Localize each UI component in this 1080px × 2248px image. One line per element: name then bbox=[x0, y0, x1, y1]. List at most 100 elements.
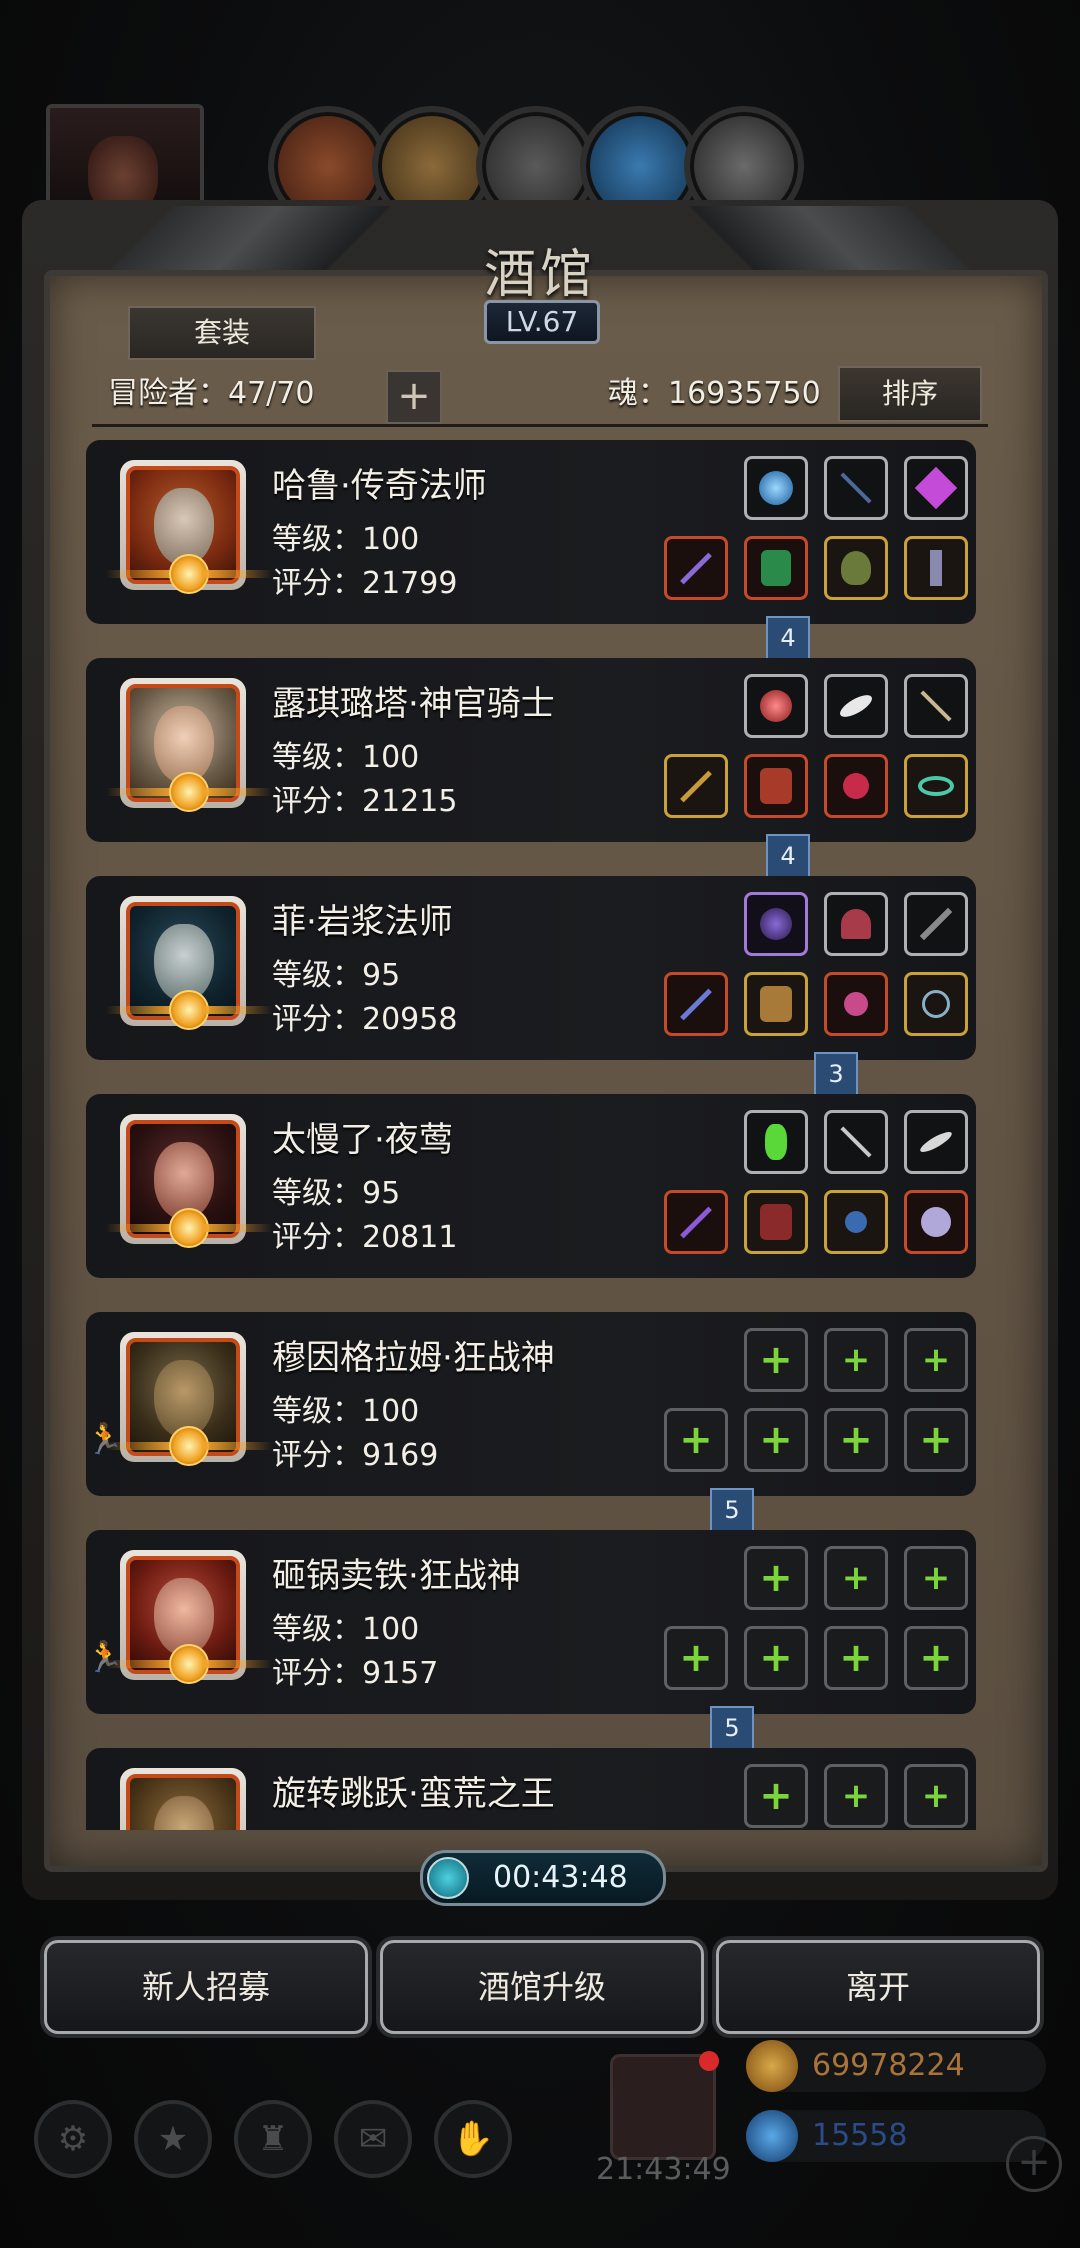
shield-icon[interactable] bbox=[824, 536, 888, 600]
sword-icon[interactable] bbox=[904, 674, 968, 738]
empty-slot-plus-icon[interactable]: + bbox=[824, 1546, 888, 1610]
green-armor-icon[interactable] bbox=[744, 536, 808, 600]
pendant-icon[interactable] bbox=[824, 972, 888, 1036]
recruit-button[interactable]: 新人招募 bbox=[44, 1940, 368, 2034]
hero-name: 太慢了·夜莺 bbox=[272, 1120, 453, 1160]
dagger-icon[interactable] bbox=[904, 892, 968, 956]
soul-count: 魂：16935750 bbox=[608, 376, 821, 411]
green-potion-icon[interactable] bbox=[744, 1110, 808, 1174]
spear-icon[interactable] bbox=[664, 1190, 728, 1254]
star-medal-icon bbox=[106, 990, 272, 1030]
tavern-level-badge: LV.67 bbox=[484, 300, 600, 344]
bow-icon[interactable] bbox=[824, 456, 888, 520]
hero-score: 评分：9157 bbox=[272, 1656, 439, 1691]
hero-name: 旋转跳跃·蛮荒之王 bbox=[272, 1774, 555, 1814]
pentagram-icon[interactable] bbox=[904, 972, 968, 1036]
empty-slot-plus-icon[interactable]: + bbox=[904, 1626, 968, 1690]
hero-card[interactable]: 哈鲁·传奇法师 等级：100 评分：21799 bbox=[86, 440, 976, 624]
hero-level: 等级：100 bbox=[272, 740, 420, 775]
staff-icon[interactable] bbox=[664, 536, 728, 600]
hat-icon[interactable] bbox=[824, 892, 888, 956]
charm-icon[interactable] bbox=[824, 1190, 888, 1254]
hero-card[interactable]: 旋转跳跃·蛮荒之王 + + + bbox=[86, 1748, 976, 1830]
gem-amount: 15558 bbox=[812, 2118, 908, 2153]
divider bbox=[92, 424, 988, 427]
empty-slot-plus-icon[interactable]: + bbox=[744, 1764, 808, 1828]
info-row: 冒险者：47/70 + 魂：16935750 排序 bbox=[108, 366, 988, 424]
gem-display: 15558 bbox=[746, 2110, 1046, 2162]
footer-bar: ⚙ ★ ♜ ✉ ✋ 21:43:49 69978224 15558 + bbox=[0, 2040, 1080, 2248]
hero-card[interactable]: 菲·岩浆法师 等级：95 评分：20958 bbox=[86, 876, 976, 1060]
feather-icon[interactable] bbox=[824, 674, 888, 738]
hero-card[interactable]: 太慢了·夜莺 等级：95 评分：20811 bbox=[86, 1094, 976, 1278]
blade-icon[interactable] bbox=[824, 1110, 888, 1174]
empty-slot-plus-icon[interactable]: + bbox=[744, 1408, 808, 1472]
hero-level: 等级：100 bbox=[272, 1612, 420, 1647]
gold-display: 69978224 bbox=[746, 2040, 1046, 2092]
hero-score: 评分：20811 bbox=[272, 1220, 458, 1255]
leather-armor-icon[interactable] bbox=[744, 1190, 808, 1254]
hero-card[interactable]: 🏃 穆因格拉姆·狂战神 等级：100 评分：9169 + + + + + + + bbox=[86, 1312, 976, 1496]
hero-level: 等级：95 bbox=[272, 1176, 401, 1211]
hero-level: 等级：95 bbox=[272, 958, 401, 993]
tower-icon[interactable]: ♜ bbox=[234, 2100, 312, 2178]
dark-orb-icon[interactable] bbox=[744, 892, 808, 956]
empty-slot-plus-icon[interactable]: + bbox=[744, 1626, 808, 1690]
orb-icon[interactable] bbox=[744, 456, 808, 520]
empty-slot-plus-icon[interactable]: + bbox=[664, 1408, 728, 1472]
empty-slot-plus-icon[interactable]: + bbox=[904, 1408, 968, 1472]
red-armor-icon[interactable] bbox=[744, 754, 808, 818]
empty-slot-plus-icon[interactable]: + bbox=[904, 1546, 968, 1610]
settings-icon[interactable]: ⚙ bbox=[34, 2100, 112, 2178]
gold-armor-icon[interactable] bbox=[744, 972, 808, 1036]
empty-slot-plus-icon[interactable]: + bbox=[904, 1328, 968, 1392]
empty-slot-plus-icon[interactable]: + bbox=[824, 1626, 888, 1690]
set-button[interactable]: 套装 bbox=[128, 306, 316, 360]
skull-icon[interactable] bbox=[904, 1190, 968, 1254]
hero-score: 评分：20958 bbox=[272, 1002, 458, 1037]
star-icon[interactable]: ★ bbox=[134, 2100, 212, 2178]
knife-icon[interactable] bbox=[904, 1110, 968, 1174]
empty-slot-plus-icon[interactable]: + bbox=[824, 1764, 888, 1828]
notification-dot bbox=[699, 2051, 719, 2071]
hero-name: 穆因格拉姆·狂战神 bbox=[272, 1338, 555, 1378]
page-title: 酒馆 bbox=[483, 245, 596, 305]
gold-coin-icon bbox=[746, 2040, 798, 2092]
hero-card[interactable]: 露琪璐塔·神官骑士 等级：100 评分：21215 bbox=[86, 658, 976, 842]
red-orb-icon[interactable] bbox=[744, 674, 808, 738]
star-medal-icon bbox=[106, 554, 272, 594]
scythe-icon[interactable] bbox=[664, 972, 728, 1036]
mace-icon[interactable] bbox=[664, 754, 728, 818]
empty-slot-plus-icon[interactable]: + bbox=[824, 1328, 888, 1392]
handshake-icon[interactable]: ✋ bbox=[434, 2100, 512, 2178]
hero-score: 评分：21215 bbox=[272, 784, 458, 819]
hero-name: 菲·岩浆法师 bbox=[272, 902, 453, 942]
add-currency-plus-icon[interactable]: + bbox=[1006, 2136, 1062, 2192]
empty-slot-plus-icon[interactable]: + bbox=[824, 1408, 888, 1472]
hero-avatar bbox=[120, 1768, 246, 1830]
empty-slot-plus-icon[interactable]: + bbox=[744, 1546, 808, 1610]
leave-button[interactable]: 离开 bbox=[716, 1940, 1040, 2034]
sort-button[interactable]: 排序 bbox=[838, 366, 982, 422]
star-medal-icon bbox=[106, 1644, 272, 1684]
star-medal-icon bbox=[106, 1208, 272, 1248]
amulet-icon[interactable] bbox=[904, 536, 968, 600]
hero-score: 评分：9169 bbox=[272, 1438, 439, 1473]
hero-card[interactable]: 🏃 砸锅卖铁·狂战神 等级：100 评分：9157 + + + + + + + bbox=[86, 1530, 976, 1714]
empty-slot-plus-icon[interactable]: + bbox=[904, 1764, 968, 1828]
mail-icon[interactable]: ✉ bbox=[334, 2100, 412, 2178]
clock-icon bbox=[427, 1857, 469, 1899]
star-medal-icon bbox=[106, 772, 272, 812]
gift-icon[interactable] bbox=[610, 2051, 719, 2160]
empty-slot-plus-icon[interactable]: + bbox=[664, 1626, 728, 1690]
ring-icon[interactable] bbox=[904, 754, 968, 818]
upgrade-tavern-button[interactable]: 酒馆升级 bbox=[380, 1940, 704, 2034]
hero-level: 等级：100 bbox=[272, 1394, 420, 1429]
timer-value: 00:43:48 bbox=[493, 1860, 628, 1895]
gift-timer: 21:43:49 bbox=[596, 2152, 731, 2187]
empty-slot-plus-icon[interactable]: + bbox=[744, 1328, 808, 1392]
add-slot-button[interactable]: + bbox=[386, 370, 442, 424]
necklace-icon[interactable] bbox=[824, 754, 888, 818]
purple-gem-icon[interactable] bbox=[904, 456, 968, 520]
hero-list[interactable]: 哈鲁·传奇法师 等级：100 评分：21799 4 露琪璐塔·神官骑士 等级：1… bbox=[86, 440, 986, 1830]
